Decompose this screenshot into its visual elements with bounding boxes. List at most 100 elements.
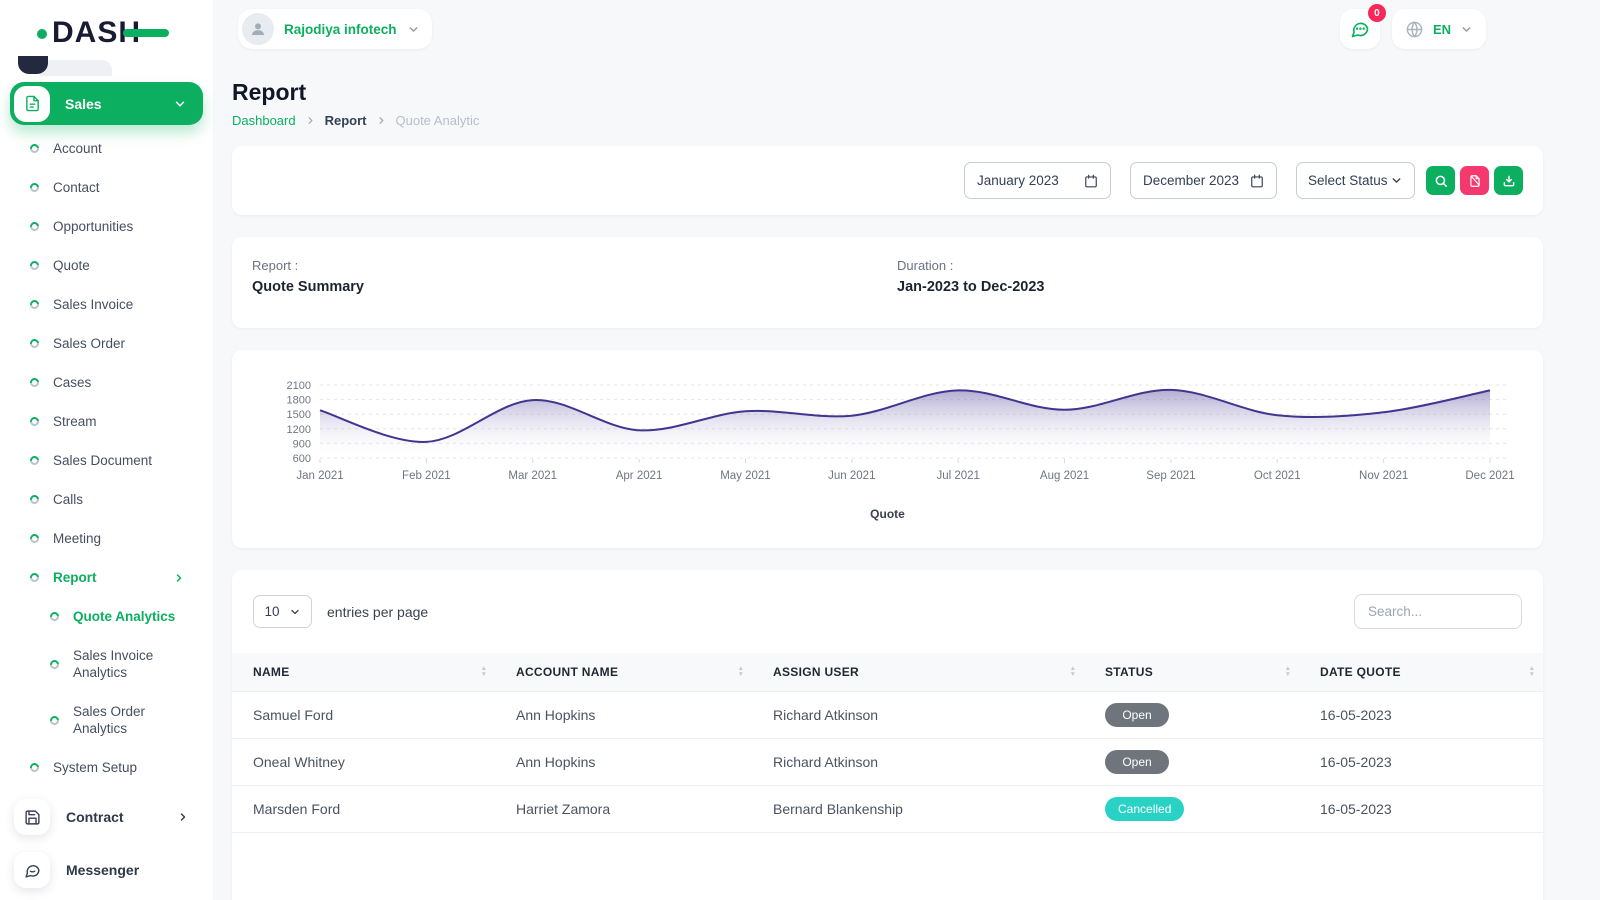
quotes-table: NAME▲▼ACCOUNT NAME▲▼ASSIGN USER▲▼STATUS▲… <box>232 653 1543 833</box>
svg-text:Jun 2021: Jun 2021 <box>828 470 875 482</box>
column-header-account-name[interactable]: ACCOUNT NAME▲▼ <box>495 653 752 691</box>
download-button[interactable] <box>1494 166 1523 195</box>
end-date-input[interactable]: December 2023 <box>1130 162 1277 199</box>
company-name: Rajodiya infotech <box>284 22 397 37</box>
sidebar-group-messenger[interactable]: Messenger <box>10 847 203 893</box>
sidebar-report-children: Quote Analytics Sales Invoice Analytics Sa… <box>0 597 213 748</box>
status-select[interactable]: Select Status <box>1296 162 1415 199</box>
column-header-assign-user[interactable]: ASSIGN USER▲▼ <box>752 653 1084 691</box>
svg-text:2100: 2100 <box>287 380 311 392</box>
status-badge: Cancelled <box>1105 797 1184 821</box>
sidebar-item-contact[interactable]: Contact <box>0 168 213 207</box>
table-search-input[interactable] <box>1354 594 1522 629</box>
cell: 16-05-2023 <box>1299 738 1543 785</box>
sidebar-item-opportunities[interactable]: Opportunities <box>0 207 213 246</box>
cell: Richard Atkinson <box>752 691 1084 738</box>
quote-chart-svg: 6009001200150018002100Jan 2021Feb 2021Ma… <box>258 372 1515 506</box>
breadcrumb-dashboard[interactable]: Dashboard <box>232 113 296 128</box>
bullet-icon <box>48 658 61 671</box>
sidebar-subitem-sales-invoice-analytics[interactable]: Sales Invoice Analytics <box>0 636 213 692</box>
status-badge: Open <box>1105 750 1169 774</box>
sidebar-item-cases[interactable]: Cases <box>0 363 213 402</box>
breadcrumb-separator <box>305 115 316 126</box>
sidebar-item-label: Opportunities <box>53 219 133 234</box>
table-card: 10 entries per page NAME▲▼ACCOUNT NAME▲▼… <box>232 570 1543 900</box>
language-selector[interactable]: EN <box>1392 9 1486 49</box>
bullet-icon <box>48 714 61 727</box>
svg-text:Jan 2021: Jan 2021 <box>296 470 343 482</box>
svg-text:1800: 1800 <box>287 395 311 407</box>
sidebar-item-label: Stream <box>53 414 97 429</box>
bullet-icon <box>28 142 41 155</box>
table-row: Samuel FordAnn HopkinsRichard AtkinsonOp… <box>232 691 1543 738</box>
logo-dash-icon <box>123 29 169 37</box>
page-size-select[interactable]: 10 <box>253 595 312 628</box>
sidebar-item-report[interactable]: Report <box>0 558 213 597</box>
sidebar-group-contract[interactable]: Contract <box>10 794 203 840</box>
sidebar-subitem-label: Sales Invoice Analytics <box>73 647 189 681</box>
chat-bubble-icon <box>14 852 50 888</box>
svg-text:Jul 2021: Jul 2021 <box>936 470 979 482</box>
bullet-icon <box>28 376 41 389</box>
topbar: Rajodiya infotech 0 EN <box>232 0 1543 58</box>
cell: 16-05-2023 <box>1299 785 1543 832</box>
column-header-status[interactable]: STATUS▲▼ <box>1084 653 1299 691</box>
sidebar-subitem-label: Sales Order Analytics <box>73 703 189 737</box>
sidebar-subitem-label: Quote Analytics <box>73 608 175 625</box>
sidebar-group-sales[interactable]: Sales <box>10 82 203 125</box>
sidebar-nav-items: Account Contact Opportunities Quote Sales In… <box>0 125 213 558</box>
scrolled-partial-item <box>0 56 213 76</box>
sidebar-item-sales-invoice[interactable]: Sales Invoice <box>0 285 213 324</box>
search-icon <box>1434 174 1448 188</box>
bullet-icon <box>28 259 41 272</box>
svg-text:Aug 2021: Aug 2021 <box>1040 470 1089 482</box>
sidebar-item-quote[interactable]: Quote <box>0 246 213 285</box>
sidebar-item-sales-document[interactable]: Sales Document <box>0 441 213 480</box>
sidebar-group-label: Contract <box>66 809 177 825</box>
sidebar-item-calls[interactable]: Calls <box>0 480 213 519</box>
sidebar-item-stream[interactable]: Stream <box>0 402 213 441</box>
clear-filter-button[interactable] <box>1460 166 1489 195</box>
svg-text:May 2021: May 2021 <box>720 470 771 482</box>
column-header-date-quote[interactable]: DATE QUOTE▲▼ <box>1299 653 1543 691</box>
cell: Ann Hopkins <box>495 738 752 785</box>
chevron-down-icon <box>1390 174 1403 187</box>
bullet-icon <box>28 493 41 506</box>
sidebar-item-sales-order[interactable]: Sales Order <box>0 324 213 363</box>
sidebar-item-label: Sales Order <box>53 336 125 351</box>
cell: Marsden Ford <box>232 785 495 832</box>
start-date-input[interactable]: January 2023 <box>964 162 1111 199</box>
table-row: Oneal WhitneyAnn HopkinsRichard Atkinson… <box>232 738 1543 785</box>
sidebar-item-meeting[interactable]: Meeting <box>0 519 213 558</box>
filter-card: January 2023 December 2023 Select Status <box>232 146 1543 215</box>
bullet-icon <box>28 181 41 194</box>
sidebar-item-label: Sales Invoice <box>53 297 133 312</box>
sidebar-subitem-quote-analytics[interactable]: Quote Analytics <box>0 597 213 636</box>
sidebar-item-label: Account <box>53 141 102 156</box>
sidebar-item-system-setup[interactable]: System Setup <box>0 748 213 787</box>
company-selector[interactable]: Rajodiya infotech <box>238 9 432 49</box>
globe-icon <box>1405 20 1424 39</box>
cell: Oneal Whitney <box>232 738 495 785</box>
calendar-icon <box>1250 174 1264 188</box>
svg-text:Mar 2021: Mar 2021 <box>508 470 557 482</box>
cell: Harriet Zamora <box>495 785 752 832</box>
chevron-right-icon <box>177 811 189 823</box>
bullet-icon <box>28 532 41 545</box>
sidebar-item-label: Sales Document <box>53 453 152 468</box>
sidebar-subitem-sales-order-analytics[interactable]: Sales Order Analytics <box>0 692 213 748</box>
svg-text:1200: 1200 <box>287 424 311 436</box>
sidebar-item-label: Meeting <box>53 531 101 546</box>
page-title: Report <box>232 79 1543 106</box>
avatar <box>242 13 274 45</box>
bullet-icon <box>28 415 41 428</box>
end-date-value: December 2023 <box>1143 173 1239 188</box>
column-header-name[interactable]: NAME▲▼ <box>232 653 495 691</box>
cell: 16-05-2023 <box>1299 691 1543 738</box>
chart-legend: Quote <box>258 507 1517 521</box>
sidebar-item-account[interactable]: Account <box>0 129 213 168</box>
messages-button[interactable]: 0 <box>1340 9 1380 49</box>
apply-search-button[interactable] <box>1426 166 1455 195</box>
svg-text:Oct 2021: Oct 2021 <box>1254 470 1301 482</box>
logo-dot-icon <box>37 29 47 39</box>
